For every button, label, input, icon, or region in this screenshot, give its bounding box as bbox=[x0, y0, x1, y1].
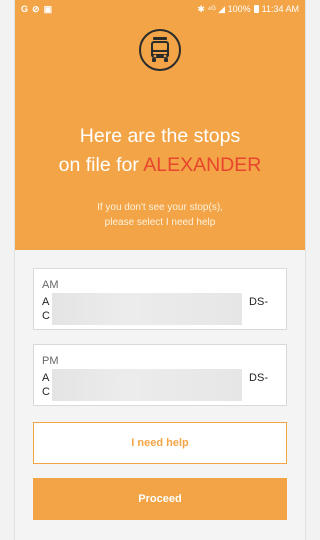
header-panel: Here are the stops on file for ALEXANDER… bbox=[15, 18, 305, 250]
pm-stop-suffix: DS- bbox=[249, 372, 268, 384]
instructions: If you don't see your stop(s), please se… bbox=[15, 200, 305, 230]
system-indicators: ✱ ⁴ᴳ ◢ 100% 11:34 AM bbox=[197, 4, 299, 15]
pm-stop-label: PM bbox=[42, 355, 59, 367]
screenshot-icon: ▣ bbox=[43, 3, 53, 14]
am-stop-line-2: C bbox=[42, 310, 50, 322]
am-stop-line-1: A bbox=[42, 296, 50, 308]
clock: 11:34 AM bbox=[261, 4, 299, 14]
pm-stop-card: PM A C DS- bbox=[33, 344, 287, 406]
title-prefix: on file for bbox=[58, 154, 144, 176]
phone-screen: G ⊘ ▣ ✱ ⁴ᴳ ◢ 100% 11:34 AM Here are the … bbox=[14, 0, 306, 540]
redacted-address bbox=[52, 293, 242, 325]
need-help-button[interactable]: I need help bbox=[33, 422, 287, 464]
blocked-icon: ⊘ bbox=[32, 3, 40, 14]
notification-icons: G ⊘ ▣ bbox=[21, 4, 52, 15]
battery-icon bbox=[253, 5, 259, 13]
status-bar: G ⊘ ▣ ✱ ⁴ᴳ ◢ 100% 11:34 AM bbox=[15, 0, 305, 18]
title-line-1: Here are the stops bbox=[79, 125, 241, 147]
google-icon: G bbox=[21, 3, 29, 14]
proceed-button[interactable]: Proceed bbox=[33, 478, 287, 520]
am-stop-suffix: DS- bbox=[249, 296, 268, 308]
am-stop-label: AM bbox=[42, 279, 59, 291]
signal-indicators: ✱ ⁴ᴳ ◢ 100% bbox=[197, 3, 251, 14]
student-name: ALEXANDER bbox=[143, 154, 262, 176]
pm-stop-line-2: C bbox=[42, 386, 50, 398]
instructions-line-1: If you don't see your stop(s), bbox=[97, 202, 223, 213]
pm-stop-line-1: A bbox=[42, 372, 50, 384]
stops-content: AM A C DS- PM A C DS- I need help Procee… bbox=[15, 268, 305, 520]
title-line-2: on file for ALEXANDER bbox=[15, 151, 305, 180]
school-bus-icon bbox=[139, 29, 181, 71]
page-title: Here are the stops on file for ALEXANDER bbox=[15, 122, 305, 180]
redacted-address bbox=[52, 369, 242, 401]
am-stop-card: AM A C DS- bbox=[33, 268, 287, 330]
instructions-line-2: please select I need help bbox=[104, 217, 216, 228]
